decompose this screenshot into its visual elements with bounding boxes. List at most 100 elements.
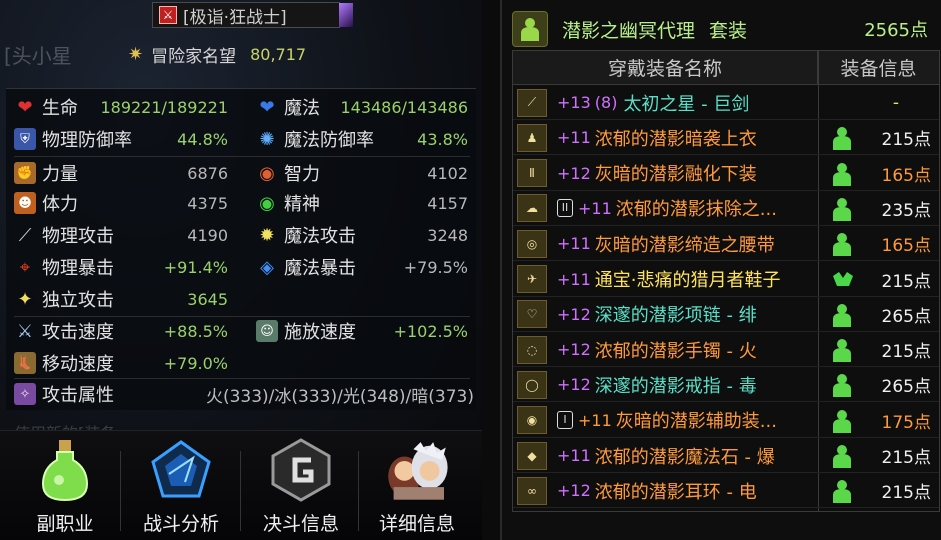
stat-intelligence: ◉ 智力 4102 <box>256 157 468 189</box>
enhance-level: +11 <box>557 128 591 148</box>
equipment-points: 215点 <box>881 342 931 363</box>
stat-value: 6876 <box>187 163 228 183</box>
stat-value: +102.5% <box>393 321 468 341</box>
grade-badge-icon: I <box>557 411 573 430</box>
equipment-name-text: 通宝·悲痛的猎月者鞋子 <box>594 270 781 291</box>
enhance-level: +11 <box>557 269 591 289</box>
duel-emblem-icon <box>265 437 337 503</box>
equipment-name-text: 浓郁的潜影抹除之... <box>615 199 777 221</box>
divider <box>358 451 359 531</box>
divider <box>240 451 241 531</box>
person-icon <box>833 127 851 151</box>
stat-value: 189221/189221 <box>100 97 228 117</box>
person-icon <box>833 162 851 186</box>
equipment-points: 215点 <box>881 130 931 151</box>
equipment-row[interactable]: ◯ +12 深邃的潜影戒指 - 毒 265点 <box>513 368 939 403</box>
stat-phys-atk: ⟋ 物理攻击 4190 <box>14 219 228 251</box>
equipment-name-text: 浓郁的潜影耳环 - 电 <box>594 481 757 503</box>
weapon-slot-icon: ⟋ <box>517 88 547 117</box>
stat-label: 生命 <box>42 98 78 119</box>
stat-value: +91.4% <box>163 257 228 277</box>
person-icon <box>833 374 851 398</box>
equipment-row[interactable]: ◉ I +11 灰暗的潜影辅助装... 175点 <box>513 404 939 438</box>
crosshair-icon: ⌖ <box>19 256 31 278</box>
equipment-row[interactable]: ✈ +11 通宝·悲痛的猎月者鞋子 215点 <box>513 263 939 297</box>
stat-label: 施放速度 <box>284 322 356 343</box>
stat-value: 43.8% <box>417 129 468 149</box>
equipment-name: +11 灰暗的潜影缔造之腰带 <box>557 231 775 257</box>
orb-icon: ✺ <box>259 128 275 150</box>
stat-value: 3645 <box>187 289 228 309</box>
table-header: 穿戴装备名称 装备信息 <box>513 51 939 85</box>
equipment-name-text: 浓郁的潜影手镯 - 火 <box>594 340 757 362</box>
stat-value: +79.5% <box>403 257 468 277</box>
magic-crit-icon: ◈ <box>260 256 274 278</box>
element-icon: ✧ <box>14 383 36 405</box>
stat-atk-speed: ⚔ 攻击速度 +88.5% <box>14 315 228 347</box>
equipment-name-text: 灰暗的潜影辅助装... <box>615 411 777 433</box>
belt-slot-icon: ◎ <box>517 229 547 258</box>
equipment-name: +12 浓郁的潜影手镯 - 火 <box>557 337 757 363</box>
stat-move-speed: 👢 移动速度 +79.0% <box>14 347 228 379</box>
stat-indep-atk: ✦ 独立攻击 3645 <box>14 283 228 315</box>
stat-label: 移动速度 <box>42 354 114 375</box>
stat-label: 精神 <box>284 194 320 215</box>
duel-info-button[interactable]: 决斗信息 <box>246 437 356 540</box>
equipment-row[interactable]: ∞ +12 浓郁的潜影耳环 - 电 215点 <box>513 474 939 509</box>
equipment-row[interactable]: ⟋ +13 (8) 太初之星 - 巨剑 - <box>513 86 939 120</box>
fame-display: ✷ 冒险家名望 80,717 <box>128 42 306 67</box>
stat-label: 力量 <box>42 164 78 185</box>
equipment-points: 265点 <box>881 306 931 327</box>
stat-value: 4190 <box>187 225 228 245</box>
stat-value: 4157 <box>427 193 468 213</box>
character-title: ⚔ [极诣·狂战士] <box>152 2 353 28</box>
stat-magic-atk: ✹ 魔法攻击 3248 <box>256 219 468 251</box>
divider <box>120 451 121 531</box>
person-icon <box>512 11 548 47</box>
character-name-ghost: [头小星 <box>4 44 72 68</box>
stats-table: ❤ 生命 189221/189221 ⛨ 物理防御率 44.8% ✊ 力量 68… <box>6 88 476 410</box>
equipment-row[interactable]: Ⅱ +12 灰暗的潜影融化下装 165点 <box>513 157 939 191</box>
enhance-level: +11 <box>578 410 612 430</box>
magic-spark-icon <box>339 3 353 27</box>
stat-magic-crit: ◈ 魔法暴击 +79.5% <box>256 251 468 283</box>
person-icon <box>833 233 851 257</box>
detail-info-button[interactable]: 详细信息 <box>362 437 472 540</box>
stat-value: 3248 <box>427 225 468 245</box>
stat-value: 4102 <box>427 163 468 183</box>
enhance-level: +12 <box>557 304 591 324</box>
enhance-level: +11 <box>557 446 591 465</box>
eye-icon: ◉ <box>259 162 275 184</box>
heart-icon: ❤ <box>17 96 33 118</box>
equipment-row[interactable]: ♡ +12 深邃的潜影项链 - 绯 265点 <box>513 298 939 332</box>
enhance-level: +12 <box>557 375 591 395</box>
equipment-name-text: 太初之星 - 巨剑 <box>623 93 750 115</box>
equipment-row[interactable]: ◎ +11 灰暗的潜影缔造之腰带 165点 <box>513 227 939 262</box>
equipment-name: +12 浓郁的潜影耳环 - 电 <box>557 478 757 504</box>
stat-label: 魔法攻击 <box>284 226 356 247</box>
stat-value: 火(333)/冰(333)/光(348)/暗(373) <box>205 386 474 407</box>
person-icon <box>833 445 851 468</box>
stat-cast-speed: ☺ 施放速度 +102.5% <box>256 315 468 347</box>
spirit-eye-icon: ◉ <box>259 192 275 214</box>
stat-label: 智力 <box>284 164 320 185</box>
combat-analysis-button[interactable]: 战斗分析 <box>126 437 236 540</box>
fame-value: 80,717 <box>250 45 307 64</box>
equipment-name: II +11 浓郁的潜影抹除之... <box>557 195 777 221</box>
magic-star-icon: ✹ <box>259 224 275 246</box>
person-icon <box>833 409 851 433</box>
stat-label: 物理防御率 <box>42 130 132 151</box>
stat-label: 魔法 <box>284 98 320 119</box>
stat-attack-attribute: ✧ 攻击属性 火(333)/冰(333)/光(348)/暗(373) <box>14 378 474 410</box>
equipment-row[interactable]: ☁ II +11 浓郁的潜影抹除之... 235点 <box>513 192 939 226</box>
equipment-points: 215点 <box>881 271 931 292</box>
equipment-row[interactable]: ♟ +11 浓郁的潜影暗袭上衣 215点 <box>513 121 939 156</box>
stat-mp: ❤ 魔法 143486/143486 <box>256 91 468 123</box>
shoes-slot-icon: ✈ <box>517 265 547 293</box>
equipment-row[interactable]: ◌ +12 浓郁的潜影手镯 - 火 215点 <box>513 333 939 368</box>
equipment-name-text: 灰暗的潜影缔造之腰带 <box>594 234 775 256</box>
equipment-name: +11 浓郁的潜影魔法石 - 爆 <box>557 443 775 469</box>
equipment-row[interactable]: ◆ +11 浓郁的潜影魔法石 - 爆 215点 <box>513 439 939 473</box>
enhance-level: +12 <box>557 481 591 501</box>
subclass-button[interactable]: 副职业 <box>10 437 120 540</box>
